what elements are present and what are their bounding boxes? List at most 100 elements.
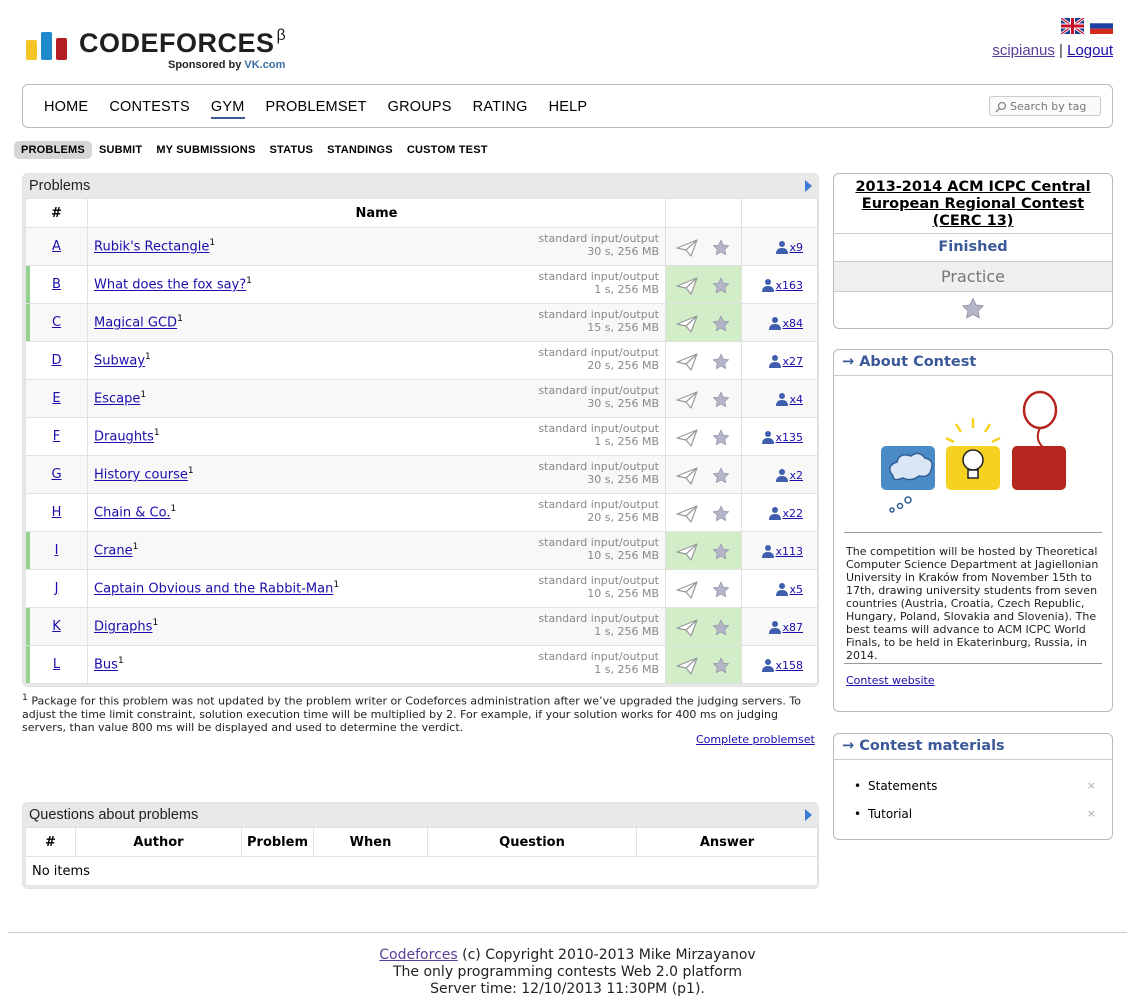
submit-icon[interactable] — [676, 277, 698, 295]
problem-index-link[interactable]: B — [52, 277, 61, 292]
star-icon[interactable] — [712, 391, 730, 409]
solved-count-link[interactable]: x9 — [789, 241, 803, 254]
footer-codeforces-link[interactable]: Codeforces — [379, 947, 457, 963]
problem-name-link[interactable]: Subway — [94, 354, 145, 369]
submit-icon[interactable] — [676, 315, 698, 333]
solved-count-link[interactable]: x4 — [789, 393, 803, 406]
star-icon[interactable] — [712, 353, 730, 371]
star-icon[interactable] — [712, 657, 730, 675]
problem-name-link[interactable]: What does the fox say? — [94, 278, 246, 293]
submit-icon[interactable] — [676, 391, 698, 409]
material-item[interactable]: Tutorial × — [834, 800, 1112, 828]
star-icon[interactable] — [712, 543, 730, 561]
tab-standings[interactable]: STANDINGS — [320, 141, 400, 159]
problem-name-link[interactable]: Chain & Co. — [94, 506, 170, 521]
star-icon[interactable] — [712, 467, 730, 485]
username-link[interactable]: scipianus — [992, 42, 1055, 59]
codeforces-logo[interactable]: CODEFORCES β Sponsored by VK.com — [26, 26, 326, 74]
star-icon[interactable] — [712, 505, 730, 523]
solved-count-link[interactable]: x158 — [775, 659, 803, 672]
complete-problemset-link[interactable]: Complete problemset — [696, 733, 815, 746]
problem-name-link[interactable]: Escape — [94, 392, 140, 407]
problem-index-link[interactable]: L — [53, 657, 60, 672]
submit-icon[interactable] — [676, 239, 698, 257]
tab-problems[interactable]: PROBLEMS — [14, 141, 92, 159]
problem-index-link[interactable]: D — [51, 353, 61, 368]
problem-index-link[interactable]: J — [55, 581, 59, 596]
tab-my-submissions[interactable]: MY SUBMISSIONS — [149, 141, 262, 159]
problem-name-link[interactable]: Draughts — [94, 430, 154, 445]
submit-icon[interactable] — [676, 657, 698, 675]
solved-count-link[interactable]: x135 — [775, 431, 803, 444]
problem-index-link[interactable]: G — [51, 467, 61, 482]
search-input[interactable]: Search by tag — [989, 96, 1101, 116]
menu-contests[interactable]: CONTESTS — [109, 99, 190, 119]
about-divider — [844, 532, 1102, 533]
problem-index-link[interactable]: E — [52, 391, 60, 406]
problem-index-link[interactable]: A — [52, 239, 61, 254]
contest-website-link[interactable]: Contest website — [846, 674, 935, 687]
solved-count-link[interactable]: x27 — [782, 355, 803, 368]
solved-count-link[interactable]: x5 — [789, 583, 803, 596]
problem-name-link[interactable]: Captain Obvious and the Rabbit-Man — [94, 582, 333, 597]
submit-icon[interactable] — [676, 619, 698, 637]
solved-count-link[interactable]: x113 — [775, 545, 803, 558]
problem-name-link[interactable]: Bus — [94, 658, 118, 673]
expand-arrow-icon[interactable] — [805, 809, 812, 821]
english-flag-icon[interactable] — [1061, 18, 1084, 34]
solved-count-link[interactable]: x84 — [782, 317, 803, 330]
submit-icon[interactable] — [676, 353, 698, 371]
submit-icon[interactable] — [676, 467, 698, 485]
favourite-star[interactable] — [834, 292, 1112, 328]
problem-name-link[interactable]: Crane — [94, 544, 133, 559]
star-icon[interactable] — [712, 315, 730, 333]
questions-table: # Author Problem When Question Answer No… — [25, 827, 818, 886]
problem-name-link[interactable]: History course — [94, 468, 188, 483]
problem-index-link[interactable]: C — [52, 315, 61, 330]
tab-submit[interactable]: SUBMIT — [92, 141, 149, 159]
contest-name-link[interactable]: 2013-2014 ACM ICPC Central European Regi… — [855, 179, 1090, 229]
problem-index-link[interactable]: K — [52, 619, 61, 634]
submit-icon[interactable] — [676, 429, 698, 447]
menu-gym[interactable]: GYM — [210, 99, 245, 119]
cerc-logo — [834, 376, 1112, 532]
problem-index-link[interactable]: H — [52, 505, 62, 520]
problem-limits: standard input/output 20 s, 256 MB — [538, 346, 659, 372]
material-item[interactable]: Statements × — [834, 772, 1112, 800]
menu-groups[interactable]: GROUPS — [388, 99, 452, 119]
problem-index-link[interactable]: F — [53, 429, 60, 444]
tab-status[interactable]: STATUS — [262, 141, 320, 159]
solved-count-link[interactable]: x87 — [782, 621, 803, 634]
menu-home[interactable]: HOME — [44, 99, 88, 119]
problem-name-link[interactable]: Rubik's Rectangle — [94, 240, 209, 255]
remove-icon[interactable]: × — [1087, 800, 1096, 828]
menu-help[interactable]: HELP — [549, 99, 588, 119]
star-icon[interactable] — [712, 429, 730, 447]
russian-flag-icon[interactable] — [1090, 18, 1113, 34]
tab-custom-test[interactable]: CUSTOM TEST — [400, 141, 495, 159]
expand-arrow-icon[interactable] — [805, 180, 812, 192]
problem-name-link[interactable]: Digraphs — [94, 620, 152, 635]
problem-index-link[interactable]: I — [55, 543, 59, 558]
user-icon — [762, 544, 775, 558]
solved-count-link[interactable]: x22 — [782, 507, 803, 520]
problem-io: standard input/output — [538, 308, 659, 321]
menu-rating[interactable]: RATING — [473, 99, 528, 119]
problem-name-link[interactable]: Magical GCD — [94, 316, 177, 331]
menu-problemset[interactable]: PROBLEMSET — [266, 99, 367, 119]
submit-icon[interactable] — [676, 543, 698, 561]
star-icon[interactable] — [712, 581, 730, 599]
solved-count-cell: x84 — [741, 303, 818, 342]
problem-time-memory: 10 s, 256 MB — [587, 549, 659, 562]
remove-icon[interactable]: × — [1087, 772, 1096, 800]
solved-count-link[interactable]: x2 — [789, 469, 803, 482]
sponsor-line: Sponsored by VK.com — [168, 59, 286, 71]
submit-icon[interactable] — [676, 505, 698, 523]
submit-icon[interactable] — [676, 581, 698, 599]
contest-website-row: Contest website — [834, 664, 1112, 697]
logout-link[interactable]: Logout — [1067, 42, 1113, 59]
star-icon[interactable] — [712, 239, 730, 257]
solved-count-link[interactable]: x163 — [775, 279, 803, 292]
star-icon[interactable] — [712, 277, 730, 295]
star-icon[interactable] — [712, 619, 730, 637]
